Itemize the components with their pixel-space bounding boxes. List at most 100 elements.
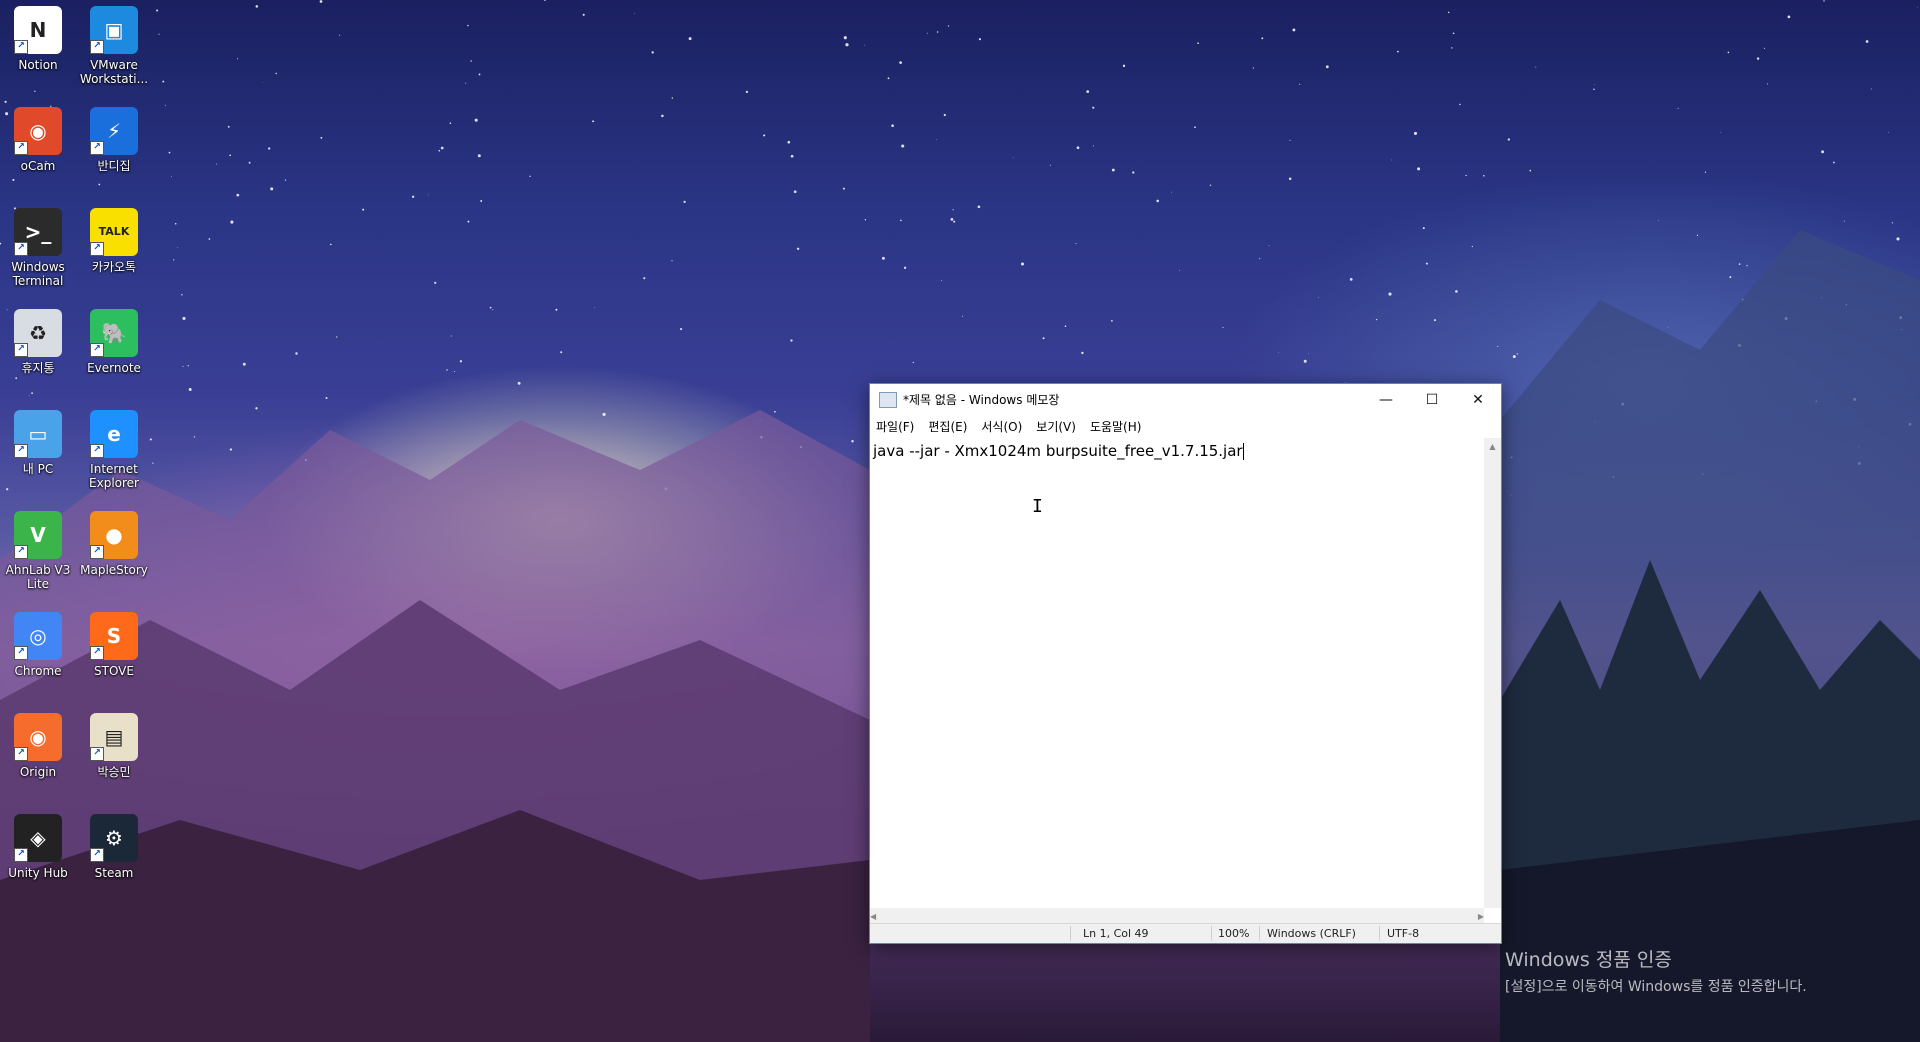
desktop-shortcut-label: Steam <box>94 866 134 880</box>
ocam-icon: ◉ ↗ <box>14 107 62 155</box>
desktop-shortcut[interactable]: 🐘 ↗ Evernote <box>76 309 152 375</box>
shortcut-arrow-icon: ↗ <box>90 646 104 660</box>
terminal-icon: >_ ↗ <box>14 208 62 256</box>
watermark-subtitle: [설정]으로 이동하여 Windows를 정품 인증합니다. <box>1505 979 1807 995</box>
kakaotalk-icon: TALK ↗ <box>90 208 138 256</box>
desktop-shortcut[interactable]: ● ↗ MapleStory <box>76 511 152 577</box>
shortcut-arrow-icon: ↗ <box>90 444 104 458</box>
desktop-shortcut[interactable]: ▣ ↗ VMware Workstati... <box>76 6 152 86</box>
file-icon: ▤ ↗ <box>90 713 138 761</box>
editor-text: java --jar - Xmx1024m burpsuite_free_v1.… <box>873 442 1243 460</box>
desktop-shortcut[interactable]: ♻ ↗ 휴지통 <box>0 309 76 375</box>
window-title: *제목 없음 - Windows 메모장 <box>903 393 1060 407</box>
scroll-left-icon[interactable]: ◀ <box>870 912 876 921</box>
ahnlab-icon: V ↗ <box>14 511 62 559</box>
shortcut-arrow-icon: ↗ <box>90 343 104 357</box>
desktop-shortcut[interactable]: ⚡ ↗ 반디집 <box>76 107 152 173</box>
desktop-shortcut-label: Windows Terminal <box>11 260 65 288</box>
shortcut-arrow-icon: ↗ <box>90 747 104 761</box>
menu-file[interactable]: 파일(F) <box>876 418 914 435</box>
desktop-shortcut[interactable]: N ↗ Notion <box>0 6 76 72</box>
status-bar: Ln 1, Col 49 100% Windows (CRLF) UTF-8 <box>870 923 1501 943</box>
shortcut-arrow-icon: ↗ <box>14 40 28 54</box>
activation-watermark: Windows 정품 인증 [설정]으로 이동하여 Windows를 정품 인증… <box>1505 945 1807 996</box>
text-editor[interactable]: java --jar - Xmx1024m burpsuite_free_v1.… <box>870 438 1484 908</box>
shortcut-arrow-icon: ↗ <box>14 343 28 357</box>
desktop-shortcut[interactable]: TALK ↗ 카카오톡 <box>76 208 152 274</box>
shortcut-arrow-icon: ↗ <box>90 40 104 54</box>
text-caret <box>1242 443 1244 460</box>
desktop-shortcut-label: MapleStory <box>80 563 148 577</box>
watermark-title: Windows 정품 인증 <box>1505 949 1672 971</box>
steam-icon: ⚙ ↗ <box>90 814 138 862</box>
desktop-shortcut-label: Origin <box>19 765 57 779</box>
origin-icon: ◉ ↗ <box>14 713 62 761</box>
menu-bar: 파일(F) 편집(E) 서식(O) 보기(V) 도움말(H) <box>870 415 1501 437</box>
shortcut-arrow-icon: ↗ <box>90 141 104 155</box>
evernote-icon: 🐘 ↗ <box>90 309 138 357</box>
notion-icon: N ↗ <box>14 6 62 54</box>
desktop-shortcut-label: Chrome <box>14 664 62 678</box>
desktop-shortcut-label: 박승민 <box>97 765 131 779</box>
scroll-right-icon[interactable]: ▶ <box>1478 912 1484 921</box>
desktop-shortcut[interactable]: ◉ ↗ oCam <box>0 107 76 173</box>
vmware-icon: ▣ ↗ <box>90 6 138 54</box>
vertical-scrollbar[interactable]: ▲ <box>1484 438 1501 908</box>
scroll-up-icon[interactable]: ▲ <box>1484 438 1501 455</box>
shortcut-arrow-icon: ↗ <box>14 747 28 761</box>
zoom-level: 100% <box>1218 927 1250 940</box>
shortcut-arrow-icon: ↗ <box>90 848 104 862</box>
this-pc-icon: ▭ ↗ <box>14 410 62 458</box>
shortcut-arrow-icon: ↗ <box>14 646 28 660</box>
desktop-shortcut[interactable]: ⚙ ↗ Steam <box>76 814 152 880</box>
desktop-shortcut[interactable]: ◉ ↗ Origin <box>0 713 76 779</box>
menu-format[interactable]: 서식(O) <box>981 418 1022 435</box>
shortcut-arrow-icon: ↗ <box>90 242 104 256</box>
shortcut-arrow-icon: ↗ <box>14 141 28 155</box>
shortcut-arrow-icon: ↗ <box>14 444 28 458</box>
minimize-button[interactable]: — <box>1363 384 1409 415</box>
menu-edit[interactable]: 편집(E) <box>928 418 967 435</box>
text-cursor-icon: I <box>1032 496 1043 517</box>
desktop-shortcut-label: VMware Workstati... <box>79 58 149 86</box>
desktop-shortcut-label: 휴지통 <box>21 361 55 375</box>
status-divider <box>1211 926 1212 941</box>
notepad-icon <box>879 391 897 408</box>
desktop-shortcut-label: Internet Explorer <box>89 462 139 490</box>
line-ending: Windows (CRLF) <box>1267 927 1356 940</box>
desktop-shortcut[interactable]: V ↗ AhnLab V3 Lite <box>0 511 76 591</box>
shortcut-arrow-icon: ↗ <box>14 848 28 862</box>
shortcut-arrow-icon: ↗ <box>14 545 28 559</box>
notepad-titlebar[interactable]: *제목 없음 - Windows 메모장 — ☐ ✕ <box>870 384 1501 415</box>
stove-icon: S ↗ <box>90 612 138 660</box>
desktop-shortcut[interactable]: ◈ ↗ Unity Hub <box>0 814 76 880</box>
desktop-shortcut-label: 반디집 <box>97 159 131 173</box>
maximize-button[interactable]: ☐ <box>1409 384 1455 415</box>
desktop-shortcut[interactable]: ▭ ↗ 내 PC <box>0 410 76 476</box>
desktop-shortcut-label: STOVE <box>94 664 134 678</box>
desktop-shortcut-label: Evernote <box>87 361 141 375</box>
desktop-shortcut[interactable]: ◎ ↗ Chrome <box>0 612 76 678</box>
notepad-window[interactable]: *제목 없음 - Windows 메모장 — ☐ ✕ 파일(F) 편집(E) 서… <box>869 383 1502 944</box>
desktop-shortcut-label: 카카오톡 <box>91 260 137 274</box>
desktop-shortcut[interactable]: >_ ↗ Windows Terminal <box>0 208 76 288</box>
desktop-shortcut[interactable]: S ↗ STOVE <box>76 612 152 678</box>
desktop-shortcut[interactable]: ▤ ↗ 박승민 <box>76 713 152 779</box>
desktop-shortcut-label: AhnLab V3 Lite <box>5 563 71 591</box>
close-button[interactable]: ✕ <box>1455 384 1501 415</box>
desktop-shortcut-label: 내 PC <box>22 462 54 476</box>
encoding: UTF-8 <box>1387 927 1420 940</box>
desktop-shortcut-label: Unity Hub <box>8 866 68 880</box>
menu-help[interactable]: 도움말(H) <box>1090 418 1142 435</box>
desktop-shortcut[interactable]: e ↗ Internet Explorer <box>76 410 152 490</box>
recycle-bin-icon: ♻ ↗ <box>14 309 62 357</box>
shortcut-arrow-icon: ↗ <box>90 545 104 559</box>
cursor-position: Ln 1, Col 49 <box>1083 927 1149 940</box>
internet-explorer-icon: e ↗ <box>90 410 138 458</box>
maplestory-icon: ● ↗ <box>90 511 138 559</box>
bandizip-icon: ⚡ ↗ <box>90 107 138 155</box>
shortcut-arrow-icon: ↗ <box>14 242 28 256</box>
status-divider <box>1259 926 1260 941</box>
desktop-shortcut-label: oCam <box>20 159 56 173</box>
menu-view[interactable]: 보기(V) <box>1036 418 1076 435</box>
